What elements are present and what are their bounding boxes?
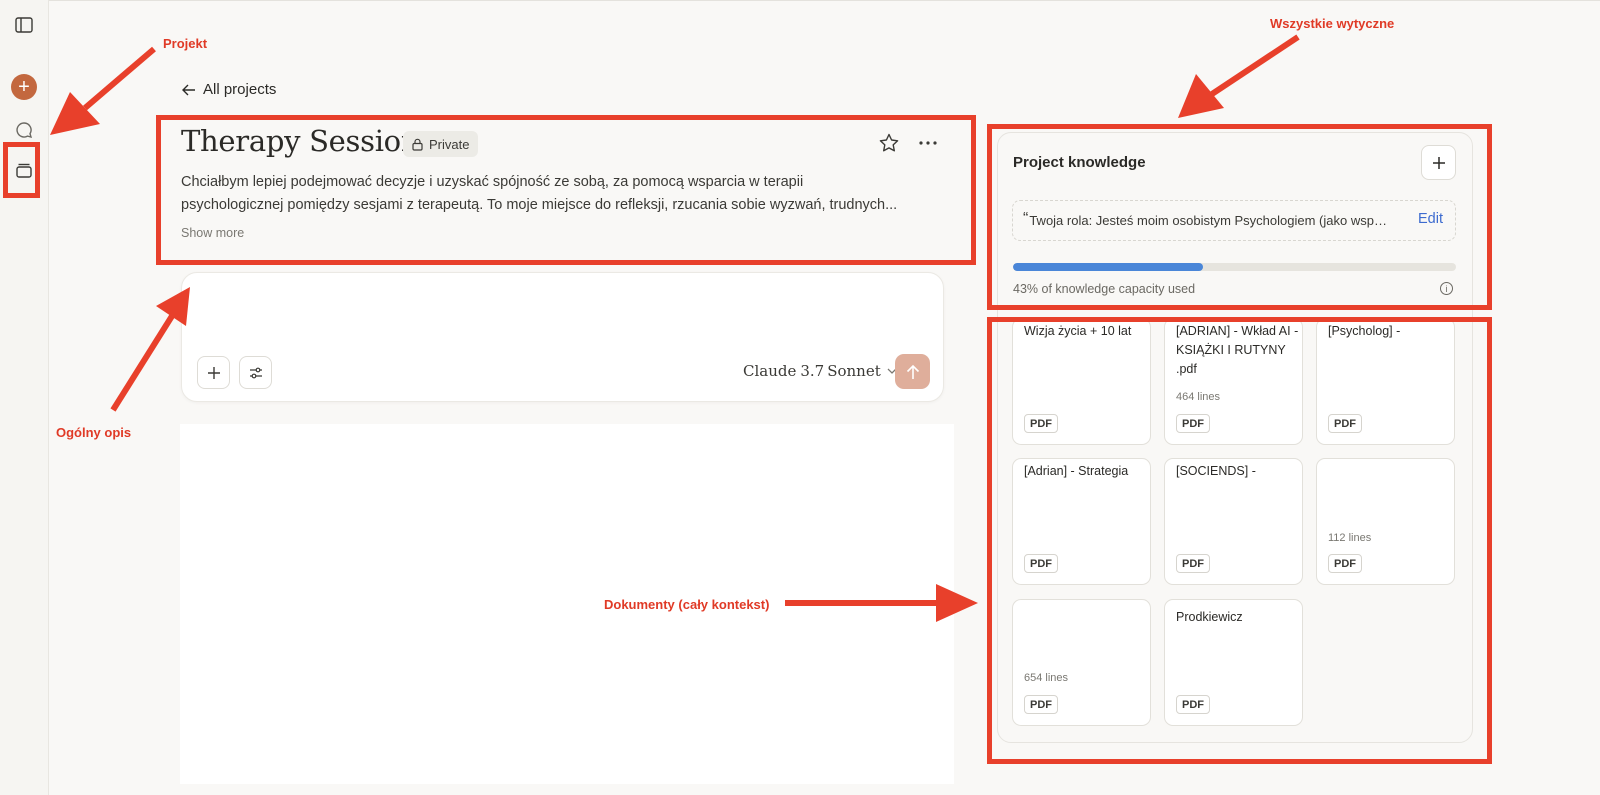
annotation-label-wytyczne: Wszystkie wytyczne — [1270, 16, 1395, 31]
annotation-label-opis: Ogólny opis — [56, 425, 132, 440]
sliders-icon — [249, 367, 262, 378]
annotation-box-instructions — [987, 124, 1492, 310]
model-selector[interactable]: Claude 3.7 Sonnet — [743, 362, 897, 380]
add-attachment-button[interactable] — [197, 356, 230, 389]
arrow-left-icon — [182, 84, 195, 95]
all-projects-label: All projects — [203, 81, 277, 98]
plus-icon — [207, 366, 220, 379]
annotation-box-description — [156, 115, 976, 265]
chats-icon[interactable] — [11, 117, 37, 143]
annotation-label-dokumenty: Dokumenty (cały kontekst) — [604, 597, 770, 612]
model-version: 3.7 — [800, 362, 825, 380]
model-name: Sonnet — [827, 362, 881, 380]
arrow-up-icon — [906, 364, 919, 379]
tools-button[interactable] — [239, 356, 272, 389]
new-chat-button[interactable]: + — [11, 74, 37, 100]
annotation-box-documents — [987, 317, 1492, 764]
conversation-area — [180, 424, 954, 784]
all-projects-link[interactable]: All projects — [182, 81, 276, 98]
model-brand: Claude — [743, 362, 797, 380]
sidebar-toggle-icon[interactable] — [11, 12, 37, 38]
annotation-box-projects — [3, 142, 40, 198]
annotation-label-projekt: Projekt — [163, 36, 208, 51]
top-border — [0, 0, 1600, 1]
message-composer[interactable]: Claude 3.7 Sonnet — [181, 272, 944, 402]
left-sidebar-rail: + — [0, 0, 49, 795]
send-button[interactable] — [895, 354, 930, 389]
